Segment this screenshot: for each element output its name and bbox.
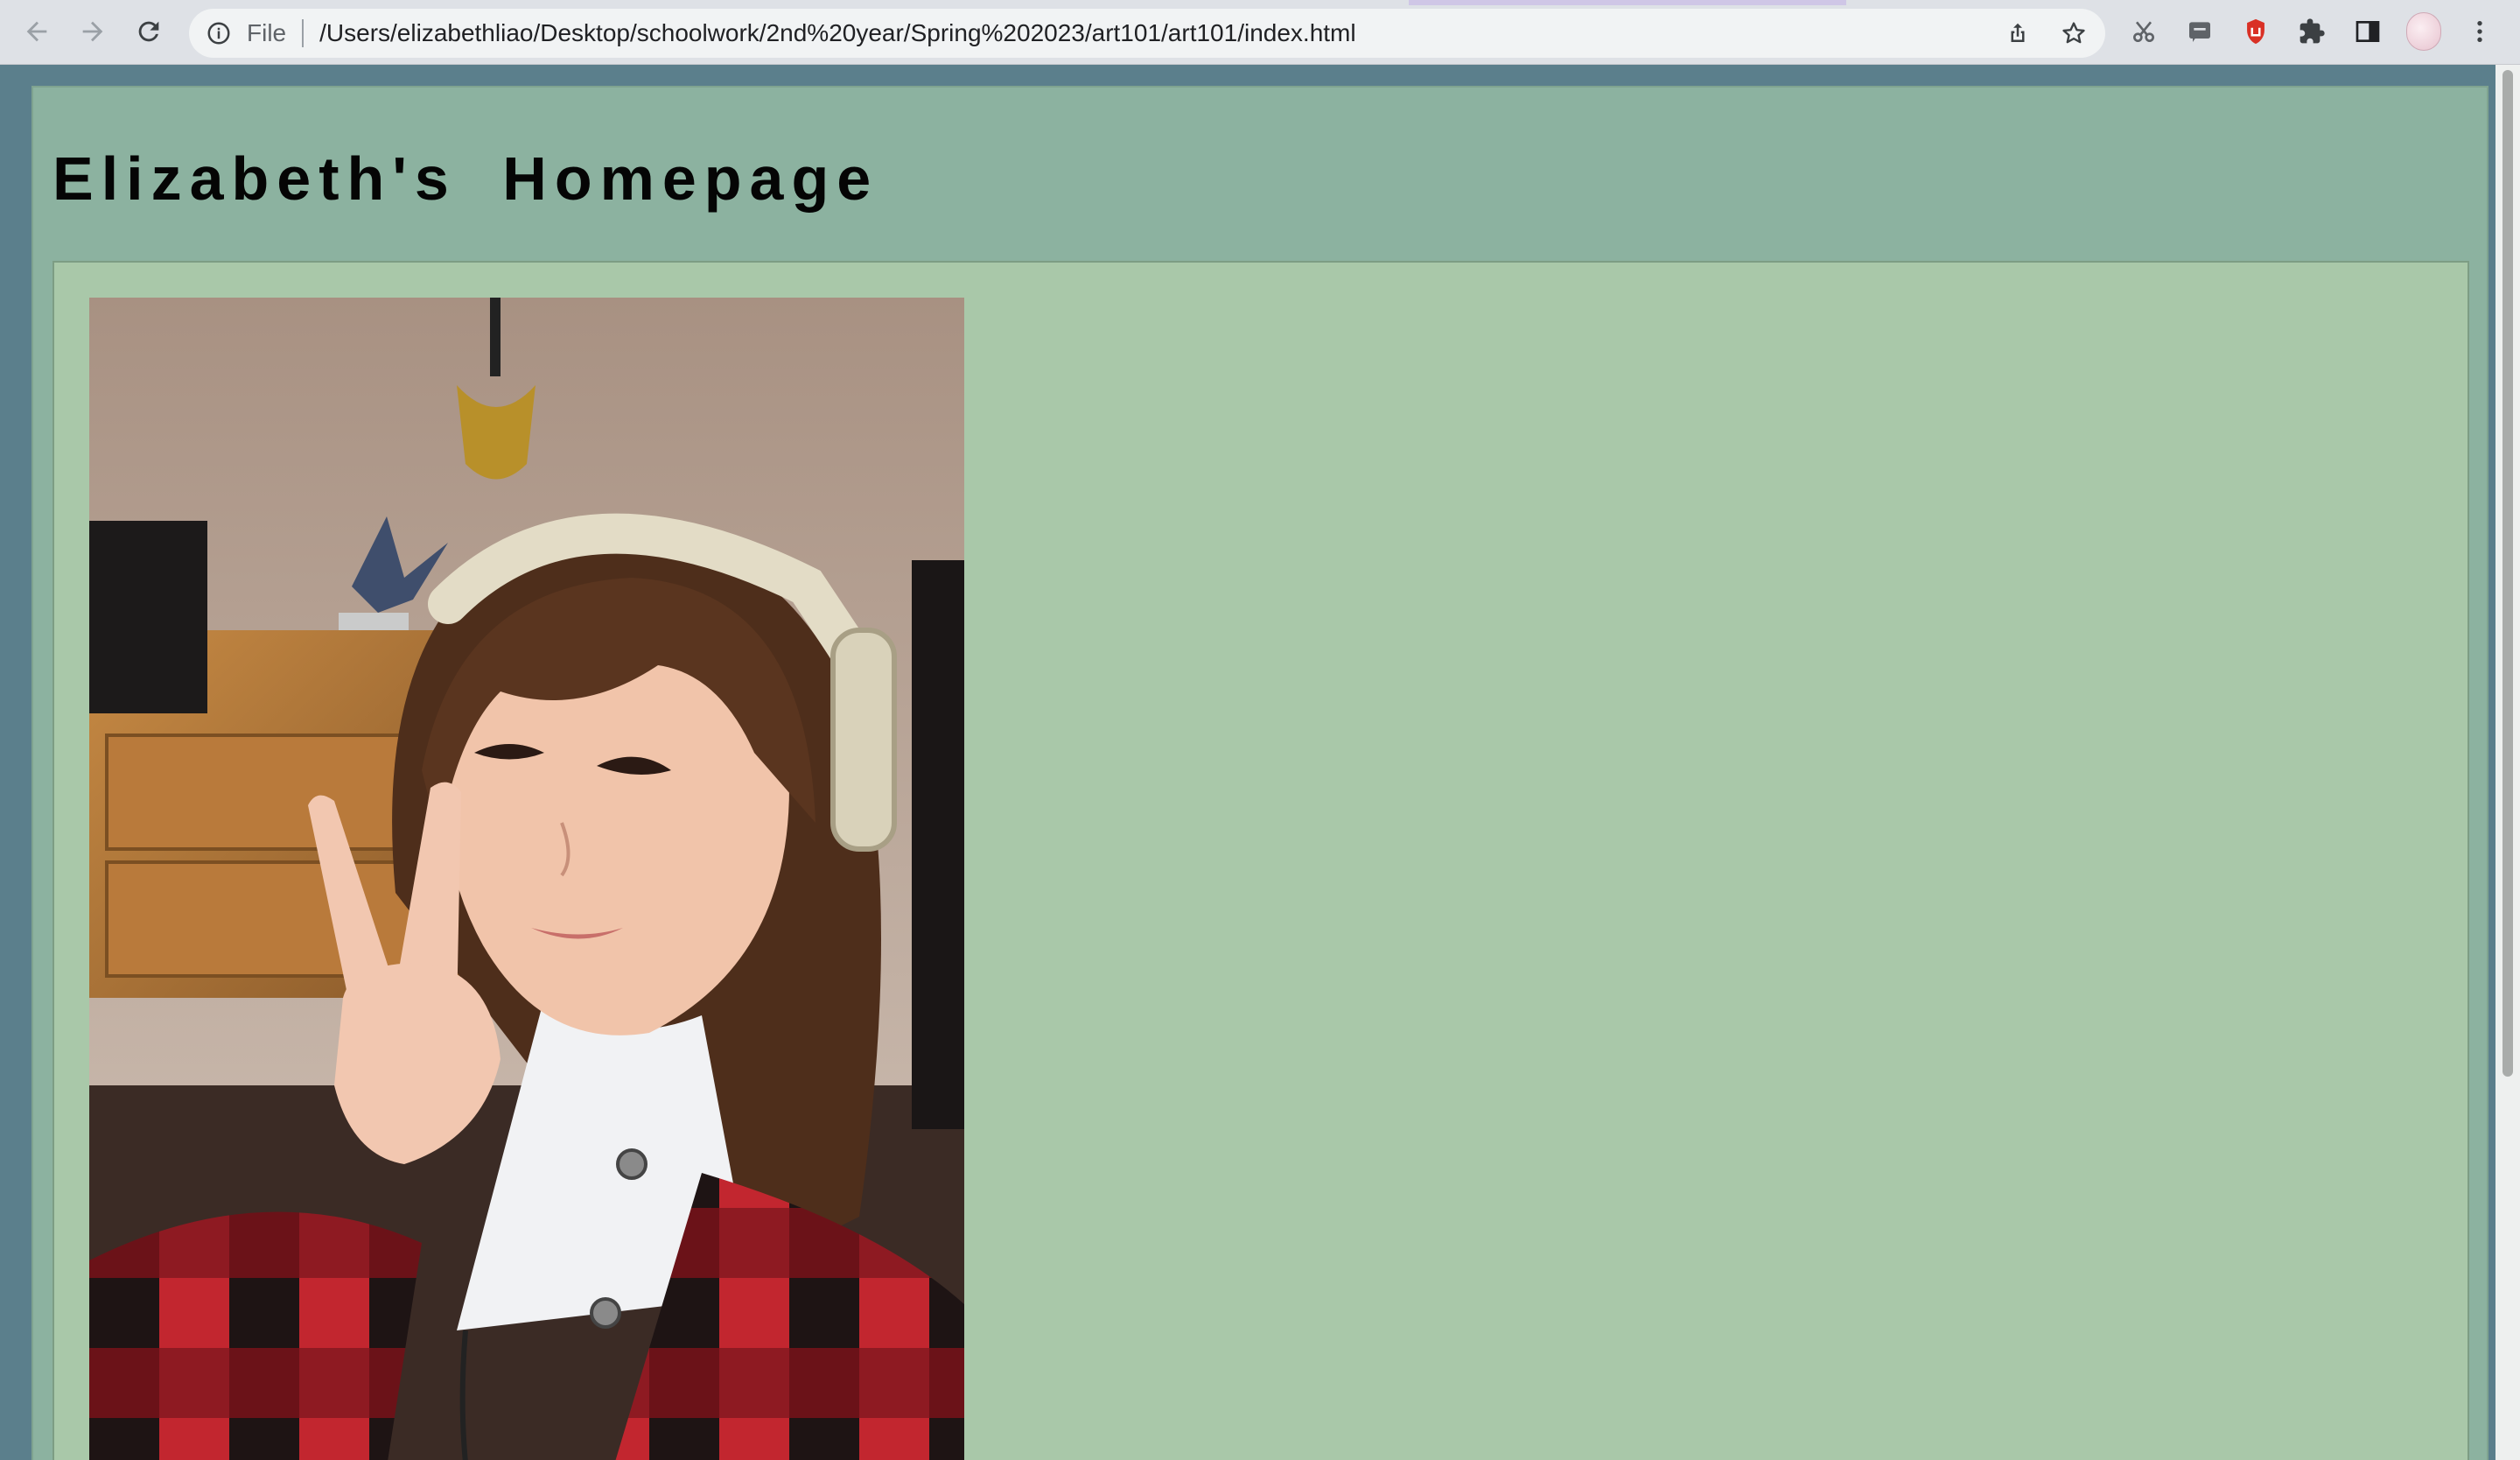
address-bar[interactable]: File /Users/elizabethliao/Desktop/school… — [189, 9, 2105, 58]
forward-button[interactable] — [74, 12, 112, 51]
forward-arrow-icon — [82, 21, 103, 42]
menu-icon[interactable] — [2462, 14, 2497, 49]
puzzle-icon[interactable] — [2294, 14, 2329, 49]
side-panel-icon[interactable] — [2350, 14, 2385, 49]
profile-photo — [89, 298, 964, 1460]
browser-toolbar: File /Users/elizabethliao/Desktop/school… — [0, 0, 2520, 65]
scheme-label: File — [247, 19, 287, 46]
chat-icon[interactable] — [2182, 14, 2217, 49]
url-text[interactable]: /Users/elizabethliao/Desktop/schoolwork/… — [319, 19, 1355, 47]
omnibox-separator — [302, 19, 304, 47]
vertical-scrollbar[interactable] — [2496, 65, 2520, 1460]
tab-strip-accent — [1409, 0, 1846, 5]
page-card: Elizabeth's Homepage — [32, 86, 2488, 1460]
reload-button[interactable] — [130, 12, 168, 51]
back-button[interactable] — [18, 12, 56, 51]
scrollbar-thumb[interactable] — [2502, 70, 2513, 1077]
extension-toolbar — [2126, 12, 2497, 51]
back-arrow-icon — [26, 21, 47, 42]
page-viewport: Elizabeth's Homepage — [0, 65, 2520, 1460]
info-icon[interactable] — [205, 19, 233, 47]
page-title: Elizabeth's Homepage — [52, 144, 879, 213]
share-icon[interactable] — [2002, 18, 2034, 49]
omnibox-actions — [2002, 18, 2090, 49]
avatar — [2406, 12, 2441, 51]
scissors-icon[interactable] — [2126, 14, 2161, 49]
star-icon[interactable] — [2058, 18, 2090, 49]
reload-icon — [138, 21, 159, 42]
content-panel — [52, 261, 2469, 1460]
profile-avatar[interactable] — [2406, 12, 2441, 51]
stop-hand-icon[interactable] — [2238, 14, 2273, 49]
profile-photo-illustration — [89, 298, 964, 1460]
